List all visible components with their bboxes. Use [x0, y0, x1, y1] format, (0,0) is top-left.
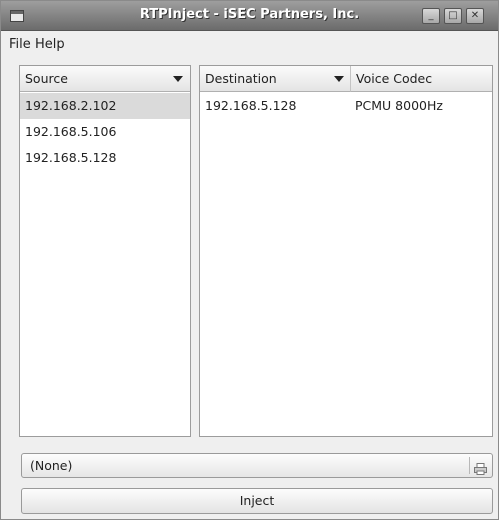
combo-separator — [469, 457, 470, 474]
codec-column-header[interactable]: Voice Codec — [350, 66, 492, 92]
menu-help[interactable]: Help — [35, 37, 65, 52]
title-bar[interactable]: RTPInject - iSEC Partners, Inc. _ □ ✕ — [1, 1, 498, 31]
destination-cell[interactable]: 192.168.5.128 — [200, 93, 350, 119]
source-list[interactable]: Source 192.168.2.102 192.168.5.106 192.1… — [19, 65, 191, 437]
inject-button[interactable]: Inject — [21, 488, 493, 514]
destination-column-header[interactable]: Destination — [200, 66, 350, 92]
menu-file[interactable]: File — [9, 37, 31, 52]
file-selector-value: (None) — [30, 458, 73, 473]
minimize-button[interactable]: _ — [422, 8, 440, 24]
source-column-header[interactable]: Source — [20, 66, 190, 92]
close-button[interactable]: ✕ — [466, 8, 484, 24]
sort-arrow-icon — [334, 76, 344, 82]
menu-bar: File Help — [1, 32, 498, 56]
maximize-button[interactable]: □ — [444, 8, 462, 24]
source-item[interactable]: 192.168.5.106 — [20, 119, 190, 145]
source-header-label: Source — [25, 71, 68, 86]
destination-header-label: Destination — [205, 71, 277, 86]
codec-cell[interactable]: PCMU 8000Hz — [350, 93, 492, 119]
source-item[interactable]: 192.168.2.102 — [20, 93, 190, 119]
codec-header-label: Voice Codec — [356, 71, 433, 86]
source-item[interactable]: 192.168.5.128 — [20, 145, 190, 171]
destination-table[interactable]: Destination Voice Codec 192.168.5.128 PC… — [199, 65, 493, 437]
printer-icon[interactable] — [474, 459, 487, 475]
file-selector[interactable]: (None) — [21, 453, 493, 478]
sort-arrow-icon — [173, 76, 183, 82]
main-window: RTPInject - iSEC Partners, Inc. _ □ ✕ Fi… — [0, 0, 499, 520]
